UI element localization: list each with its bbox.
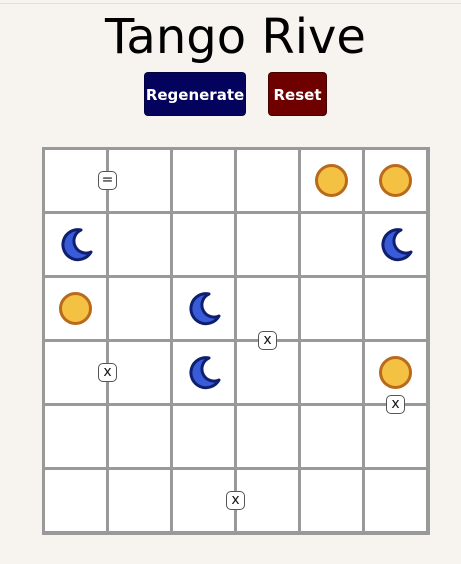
board-cell[interactable] [365,406,426,467]
board-cell[interactable] [173,470,234,531]
board-cell[interactable] [45,406,106,467]
board-cell[interactable] [237,470,298,531]
reset-button[interactable]: Reset [268,72,327,116]
board-cell[interactable] [365,150,426,211]
board-cell[interactable] [173,214,234,275]
page-title: Tango Rive [105,9,366,65]
board-cell[interactable] [109,470,170,531]
sun-icon [379,164,412,197]
board-cell[interactable] [45,214,106,275]
board-cell[interactable] [237,406,298,467]
board-cell[interactable] [301,470,362,531]
board-cell[interactable] [109,342,170,403]
board-cell[interactable] [365,342,426,403]
board-cell[interactable] [237,214,298,275]
moon-icon [377,226,415,264]
board-cell[interactable] [173,278,234,339]
moon-icon [185,290,223,328]
opposite-constraint: x [226,491,245,510]
opposite-constraint: x [98,363,117,382]
board-cell[interactable] [109,278,170,339]
sun-icon [59,292,92,325]
board-cell[interactable] [301,278,362,339]
board-cell[interactable] [45,278,106,339]
board-cell[interactable] [301,406,362,467]
board-cell[interactable] [109,214,170,275]
board-cell[interactable] [45,150,106,211]
board-cell[interactable] [237,150,298,211]
board-cell[interactable] [109,406,170,467]
board-cell[interactable] [173,406,234,467]
sun-icon [379,356,412,389]
top-divider [0,3,461,4]
board-cell[interactable] [237,342,298,403]
board-cell[interactable] [173,150,234,211]
board-cell[interactable] [301,214,362,275]
board-cell[interactable] [237,278,298,339]
moon-icon [185,354,223,392]
sun-icon [315,164,348,197]
board-cell[interactable] [173,342,234,403]
board-cell[interactable] [365,278,426,339]
board-cell[interactable] [365,214,426,275]
equal-constraint: = [98,171,117,190]
board-cell[interactable] [45,470,106,531]
board-cell[interactable] [45,342,106,403]
opposite-constraint: x [258,331,277,350]
game-board: = x x x x [42,147,430,535]
board-cell[interactable] [301,342,362,403]
regenerate-button[interactable]: Regenerate [144,72,246,116]
board-cell[interactable] [365,470,426,531]
board-cell[interactable] [109,150,170,211]
opposite-constraint: x [386,395,405,414]
moon-icon [57,226,95,264]
board-cell[interactable] [301,150,362,211]
